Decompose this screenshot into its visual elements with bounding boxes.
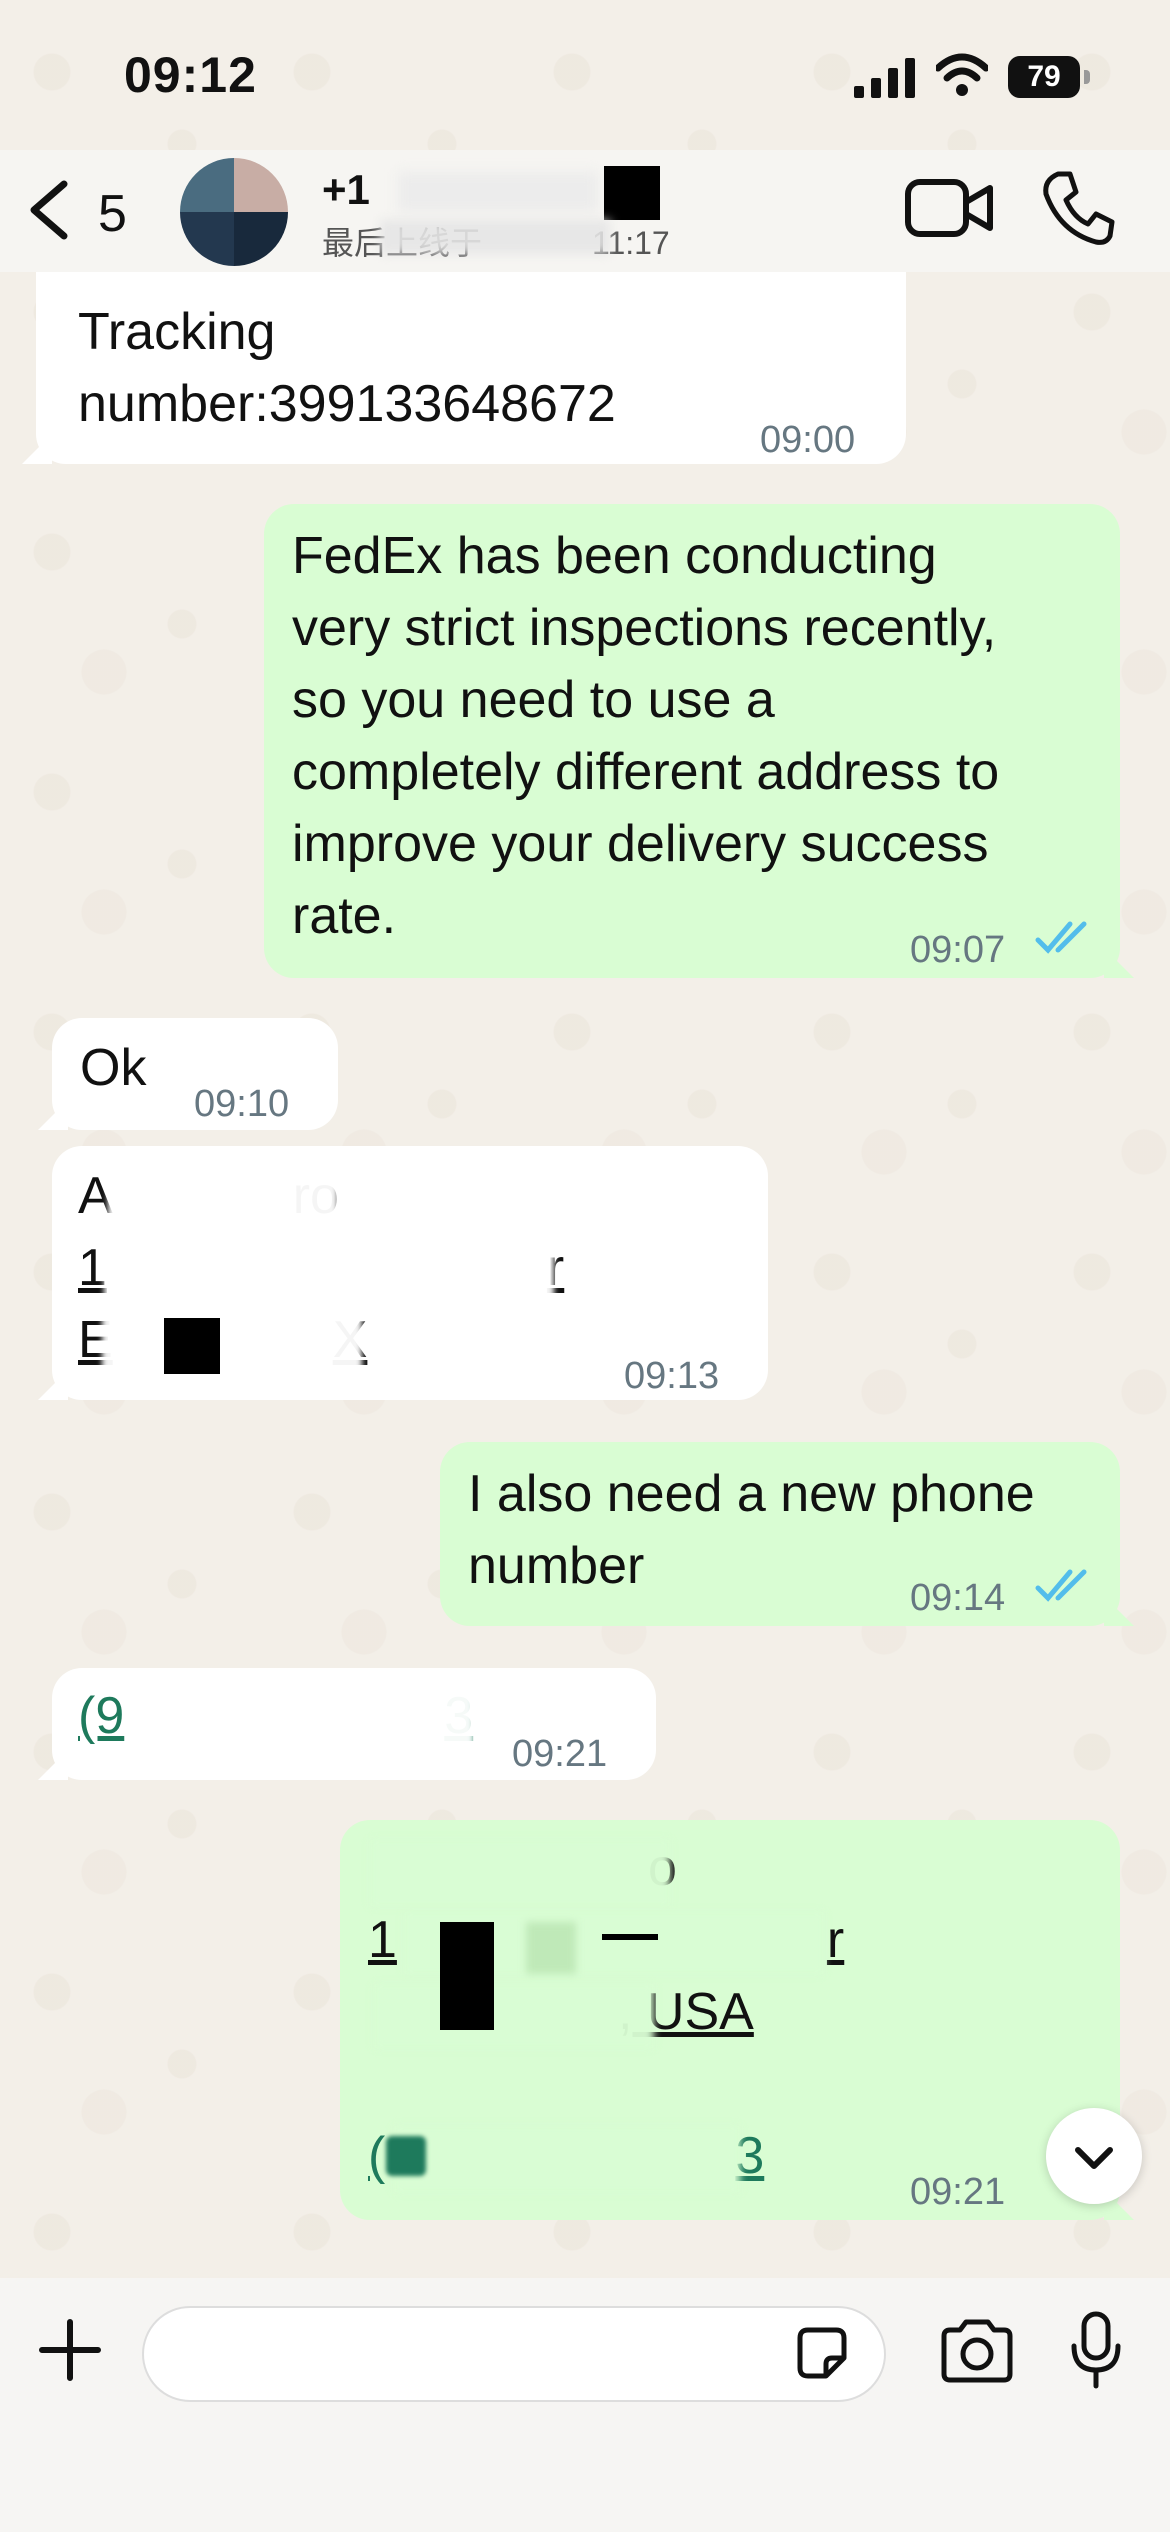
chevron-left-icon	[30, 180, 68, 240]
scroll-to-bottom-button[interactable]	[1046, 2108, 1142, 2204]
redaction	[104, 1238, 554, 1300]
message-time: 09:10	[194, 1083, 290, 1125]
redacted-last-seen	[380, 220, 610, 254]
message-bubble-incoming[interactable]: Ok 09:10	[38, 1018, 338, 1130]
chat-header: 5 +1 最后上线于11:17	[0, 150, 1170, 272]
battery-indicator: 79	[1008, 56, 1092, 98]
message-time: 09:21	[910, 2171, 1006, 2213]
cellular-signal-icon	[854, 58, 915, 98]
message-bubble-incoming[interactable]: (93 09:21	[38, 1668, 656, 1780]
battery-level: 79	[1008, 56, 1080, 98]
redaction	[526, 1922, 576, 1974]
microphone-icon[interactable]	[1068, 2310, 1124, 2390]
message-bubble-outgoing[interactable]: I also need a new phone number 09:14	[440, 1442, 1134, 1626]
unread-count: 5	[98, 185, 127, 243]
redaction	[138, 1682, 474, 1756]
redacted-name	[398, 172, 598, 212]
message-time: 09:13	[624, 1355, 720, 1397]
redaction	[108, 1168, 338, 1234]
redaction	[394, 2126, 740, 2192]
contact-name[interactable]: +1	[322, 166, 370, 214]
plus-icon[interactable]	[38, 2318, 102, 2382]
redaction	[370, 1840, 670, 1906]
back-button[interactable]: 5	[20, 170, 150, 250]
message-bubble-incoming[interactable]: Aro 1r EX 09:13	[38, 1146, 768, 1400]
message-text: Tracking number:399133648672	[78, 303, 616, 433]
video-call-icon[interactable]	[904, 172, 996, 244]
redacted-block	[440, 1922, 494, 2030]
message-time: 09:00	[760, 419, 856, 461]
redacted-block	[602, 1934, 658, 1940]
redacted-block	[604, 166, 660, 220]
sticker-icon[interactable]	[792, 2324, 852, 2384]
wifi-icon	[936, 53, 988, 96]
message-bubble-outgoing[interactable]: o 1r , USA (3 09:21	[340, 1820, 1134, 2220]
redaction	[102, 1310, 362, 1372]
message-bubble-incoming[interactable]: Tracking number:399133648672 09:00	[22, 272, 906, 464]
message-input[interactable]	[142, 2306, 886, 2402]
message-time: 09:14	[910, 1577, 1006, 1619]
chevron-down-icon	[1075, 2147, 1113, 2169]
status-bar: 09:12 79	[0, 0, 1170, 150]
camera-icon[interactable]	[938, 2318, 1016, 2384]
message-input-bar	[0, 2278, 1170, 2532]
redacted-block	[164, 1318, 220, 1374]
message-text: Ok	[80, 1039, 147, 1097]
status-time: 09:12	[124, 47, 257, 103]
message-bubble-outgoing[interactable]: FedEx has been conducting very strict in…	[264, 504, 1134, 978]
contact-avatar[interactable]	[180, 158, 288, 266]
voice-call-icon[interactable]	[1040, 168, 1116, 248]
message-time: 09:21	[512, 1733, 608, 1775]
message-text: FedEx has been conducting very strict in…	[292, 527, 1000, 945]
read-receipt-icon	[1035, 1569, 1087, 1602]
message-time: 09:07	[910, 929, 1006, 971]
redacted-block	[386, 2136, 426, 2176]
battery-tip	[1084, 70, 1090, 84]
redaction	[374, 1984, 654, 2048]
read-receipt-icon	[1035, 921, 1087, 954]
